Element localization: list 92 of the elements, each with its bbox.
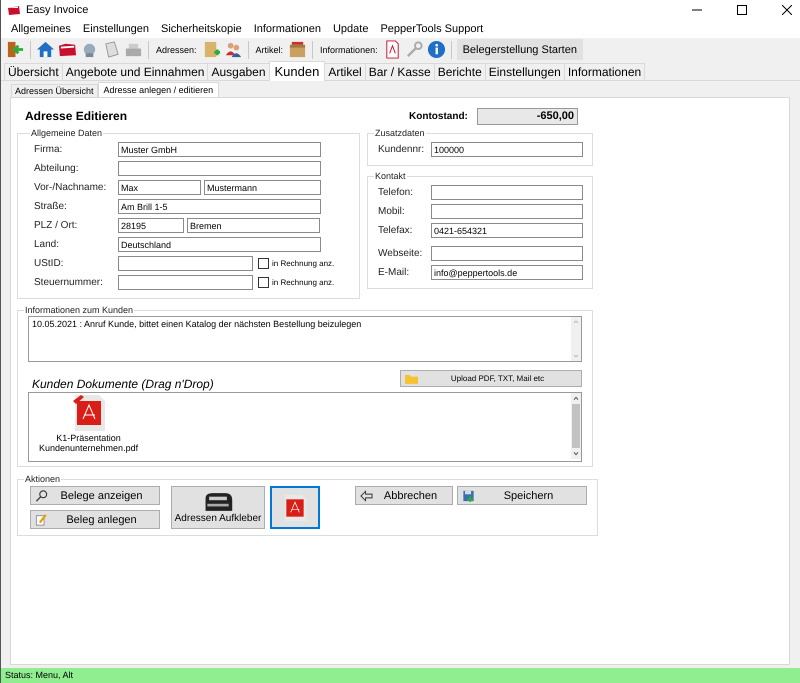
field-label: UStID: xyxy=(34,258,64,269)
toolbar-label: Informationen: xyxy=(319,44,379,54)
document-name: Kundenunternehmen.pdf xyxy=(39,443,138,453)
document-item[interactable]: K1-Präsentation Kundenunternehmen.pdf xyxy=(35,393,142,461)
people-icon[interactable] xyxy=(224,40,243,59)
tab[interactable]: Informationen xyxy=(564,63,646,80)
menu-item[interactable]: Informationen xyxy=(248,22,327,36)
group-title: Kontakt xyxy=(374,171,407,181)
status-bar: Status: Menu, Alt xyxy=(1,668,800,683)
folder-icon xyxy=(405,372,418,384)
arrow-left-icon xyxy=(360,490,373,502)
pdf-button[interactable] xyxy=(270,486,320,529)
field-label: Telefax: xyxy=(378,225,414,236)
checkbox[interactable] xyxy=(258,277,269,288)
input-field[interactable] xyxy=(431,246,583,261)
scrollbar[interactable] xyxy=(571,393,581,459)
exit-door-icon[interactable] xyxy=(6,40,25,59)
field-label: Mobil: xyxy=(378,206,406,217)
magnifier-icon xyxy=(35,490,48,502)
start-button[interactable]: Belegerstellung Starten xyxy=(456,39,583,60)
field-label: Kundennr: xyxy=(378,144,426,155)
field-label: Webseite: xyxy=(378,248,424,259)
input-field[interactable]: info@peppertools.de xyxy=(431,265,583,280)
field-label: Abteilung: xyxy=(34,163,80,174)
notes-text: 10.05.2021 : Anruf Kunde, bittet einen Katalog der nächsten Bestellung beizulegen xyxy=(31,318,362,331)
tab[interactable]: Angebote und Einnahmen xyxy=(62,63,208,80)
field-label: Straße: xyxy=(34,201,68,212)
field-label: Steuernummer: xyxy=(34,277,104,288)
floppy-icon xyxy=(462,490,475,502)
input-field[interactable] xyxy=(431,185,583,200)
tab[interactable]: Einstellungen xyxy=(484,63,565,80)
save-button[interactable]: Speichern xyxy=(457,486,587,505)
input-field[interactable]: Max xyxy=(118,180,201,195)
input-field[interactable] xyxy=(118,275,253,290)
input-field[interactable] xyxy=(431,204,583,219)
address-label-button[interactable]: Adressen Aufkleber xyxy=(171,486,265,529)
balance-field: -650,00 xyxy=(477,108,578,124)
info-icon[interactable] xyxy=(426,40,446,59)
input-field[interactable]: Bremen xyxy=(187,218,320,233)
document-name: K1-Präsentation xyxy=(56,433,121,443)
maximize-icon[interactable] xyxy=(737,5,747,15)
app-icon xyxy=(7,4,21,16)
cancel-button[interactable]: Abbrechen xyxy=(355,486,453,505)
menu-item[interactable]: Update xyxy=(326,22,374,36)
window-title: Easy Invoice xyxy=(26,4,88,16)
create-document-button[interactable]: Beleg anlegen xyxy=(30,510,160,529)
group-title: Informationen zum Kunden xyxy=(24,305,134,315)
field-label: Firma: xyxy=(34,144,64,155)
input-field[interactable]: Deutschland xyxy=(118,237,321,252)
pencil-icon xyxy=(35,514,48,526)
checkbox-label: in Rechnung anz. xyxy=(272,259,334,268)
show-documents-button[interactable]: Belege anzeigen xyxy=(30,486,160,505)
input-field[interactable]: 100000 xyxy=(431,142,583,157)
input-field[interactable] xyxy=(118,161,321,176)
checkbox-label: in Rechnung anz. xyxy=(272,278,334,287)
upload-button[interactable]: Upload PDF, TXT, Mail etc xyxy=(400,370,582,387)
tab[interactable]: Kunden xyxy=(268,61,326,81)
pdf-icon xyxy=(70,393,107,433)
input-field[interactable]: 28195 xyxy=(118,218,184,233)
home-icon[interactable] xyxy=(36,40,55,59)
tab[interactable]: Übersicht xyxy=(4,63,63,80)
field-label: Land: xyxy=(34,239,60,250)
group-title: Aktionen xyxy=(24,474,62,484)
menu-item[interactable]: Sicherheitskopie xyxy=(154,22,248,36)
tab[interactable]: Adressen Übersicht xyxy=(11,84,98,97)
checkbox[interactable] xyxy=(258,258,269,269)
notes-field[interactable]: 10.05.2021 : Anruf Kunde, bittet einen Katalog der nächsten Bestellung beizulegen xyxy=(28,316,582,362)
input-field[interactable]: Am Brill 1-5 xyxy=(118,199,321,214)
toolbar-label: Adressen: xyxy=(155,44,198,54)
documents-title: Kunden Dokumente (Drag n'Drop) xyxy=(32,377,214,391)
input-field[interactable]: Mustermann xyxy=(204,180,321,195)
close-icon[interactable] xyxy=(782,5,792,15)
tab[interactable]: Adresse anlegen / editieren xyxy=(98,82,220,97)
box-icon[interactable] xyxy=(288,40,308,59)
field-label: Vor-/Nachname: xyxy=(34,182,108,193)
input-field[interactable]: Muster GmbH xyxy=(118,142,321,157)
input-field[interactable] xyxy=(118,256,253,271)
pdf-icon xyxy=(282,492,308,522)
field-label: E-Mail: xyxy=(378,267,410,278)
input-field[interactable]: 0421-654321 xyxy=(431,223,583,238)
page-heading: Adresse Editieren xyxy=(25,109,128,123)
group-title: Allgemeine Daten xyxy=(30,128,104,138)
tab[interactable]: Ausgaben xyxy=(207,63,270,80)
menu-item[interactable]: Einstellungen xyxy=(76,22,155,36)
menu-item[interactable]: PepperTools Support xyxy=(374,22,490,36)
field-label: PLZ / Ort: xyxy=(34,220,78,231)
field-label: Telefon: xyxy=(378,187,414,198)
group-title: Zusatzdaten xyxy=(374,128,426,138)
balance-label: Kontostand: xyxy=(409,110,469,122)
toolbar-label: Artikel: xyxy=(254,44,284,54)
scrollbar[interactable] xyxy=(571,317,581,361)
menu-item[interactable]: Allgemeines xyxy=(5,22,77,36)
